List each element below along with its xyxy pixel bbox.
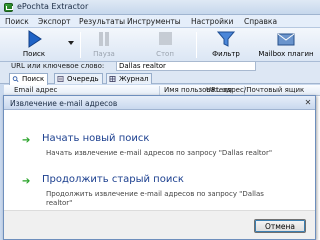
chevron-down-icon[interactable] <box>68 41 74 45</box>
mailbox-plugin-button[interactable]: Mailbox плагин <box>254 29 318 61</box>
tab-search[interactable]: Поиск <box>9 73 49 85</box>
column-divider <box>159 86 160 95</box>
menu-export[interactable]: Экспорт <box>38 17 71 26</box>
toolbar-separator <box>196 32 197 58</box>
new-search-description: Начать извлечение e-mail адресов по запр… <box>46 149 273 157</box>
menu-tools[interactable]: Инструменты <box>127 17 181 26</box>
toolbar: Поиск Пауза Стоп Фильтр Mailbox плагин <box>0 28 320 62</box>
column-email[interactable]: Email адрес <box>14 86 57 94</box>
tab-log[interactable]: Журнал <box>106 73 153 84</box>
stop-button[interactable]: Стоп <box>145 29 185 61</box>
filter-icon <box>216 31 236 47</box>
cancel-button[interactable]: Отмена <box>254 219 306 233</box>
url-row: URL или ключевое слово: <box>0 61 320 72</box>
continue-search-title: Продолжить старый поиск <box>42 174 184 185</box>
title-bar: ePochta Extractor <box>0 0 320 15</box>
new-search-title: Начать новый поиск <box>42 133 150 144</box>
search-button[interactable]: Поиск <box>4 29 64 61</box>
new-search-option[interactable]: ➔ Начать новый поиск Начать извлечение e… <box>4 132 315 170</box>
url-label: URL или ключевое слово: <box>11 62 105 70</box>
close-icon[interactable]: ✕ <box>303 98 313 107</box>
continue-search-option[interactable]: ➔ Продолжить старый поиск Продолжить изв… <box>4 173 315 211</box>
stop-button-label: Стоп <box>156 50 174 58</box>
stop-icon <box>159 32 172 45</box>
mailbox-plugin-button-label: Mailbox плагин <box>258 50 314 58</box>
menu-settings[interactable]: Настройки <box>191 17 233 26</box>
search-button-label: Поиск <box>22 50 46 58</box>
pause-icon <box>99 32 109 46</box>
tab-queue[interactable]: Очередь <box>54 73 103 84</box>
tab-log-label: Журнал <box>119 75 149 83</box>
app-icon <box>4 3 13 12</box>
url-input[interactable] <box>116 61 256 71</box>
play-icon <box>28 30 42 48</box>
menu-search[interactable]: Поиск <box>5 17 29 26</box>
pause-button[interactable]: Пауза <box>84 29 124 61</box>
arrow-right-icon: ➔ <box>22 135 31 146</box>
pause-button-label: Пауза <box>93 50 115 58</box>
tab-queue-label: Очередь <box>67 75 99 83</box>
filter-button[interactable]: Фильтр <box>204 29 248 61</box>
tab-search-label: Поиск <box>22 75 45 83</box>
window-title: ePochta Extractor <box>17 2 89 11</box>
toolbar-separator <box>80 32 81 58</box>
menu-bar: Поиск Экспорт Результаты Инструменты Нас… <box>0 15 320 28</box>
filter-button-label: Фильтр <box>212 50 240 58</box>
dialog-footer: Отмена <box>4 210 315 239</box>
dialog-title: Извлечение e-mail адресов <box>10 99 118 108</box>
search-icon <box>12 76 19 82</box>
extraction-dialog: Извлечение e-mail адресов ✕ ➔ Начать нов… <box>3 95 316 240</box>
column-url-mailbox[interactable]: URL адрес/Почтовый ящик <box>206 86 304 94</box>
continue-search-description: Продолжить извлечение e-mail адресов по … <box>46 190 264 207</box>
arrow-right-icon: ➔ <box>22 176 31 187</box>
mailbox-icon <box>277 33 295 46</box>
menu-help[interactable]: Справка <box>244 17 277 26</box>
log-icon <box>109 76 116 82</box>
menu-results[interactable]: Результаты <box>79 17 125 26</box>
tab-row: Поиск Очередь Журнал <box>0 72 320 85</box>
queue-icon <box>57 76 64 82</box>
dialog-title-bar: Извлечение e-mail адресов ✕ <box>4 96 315 110</box>
